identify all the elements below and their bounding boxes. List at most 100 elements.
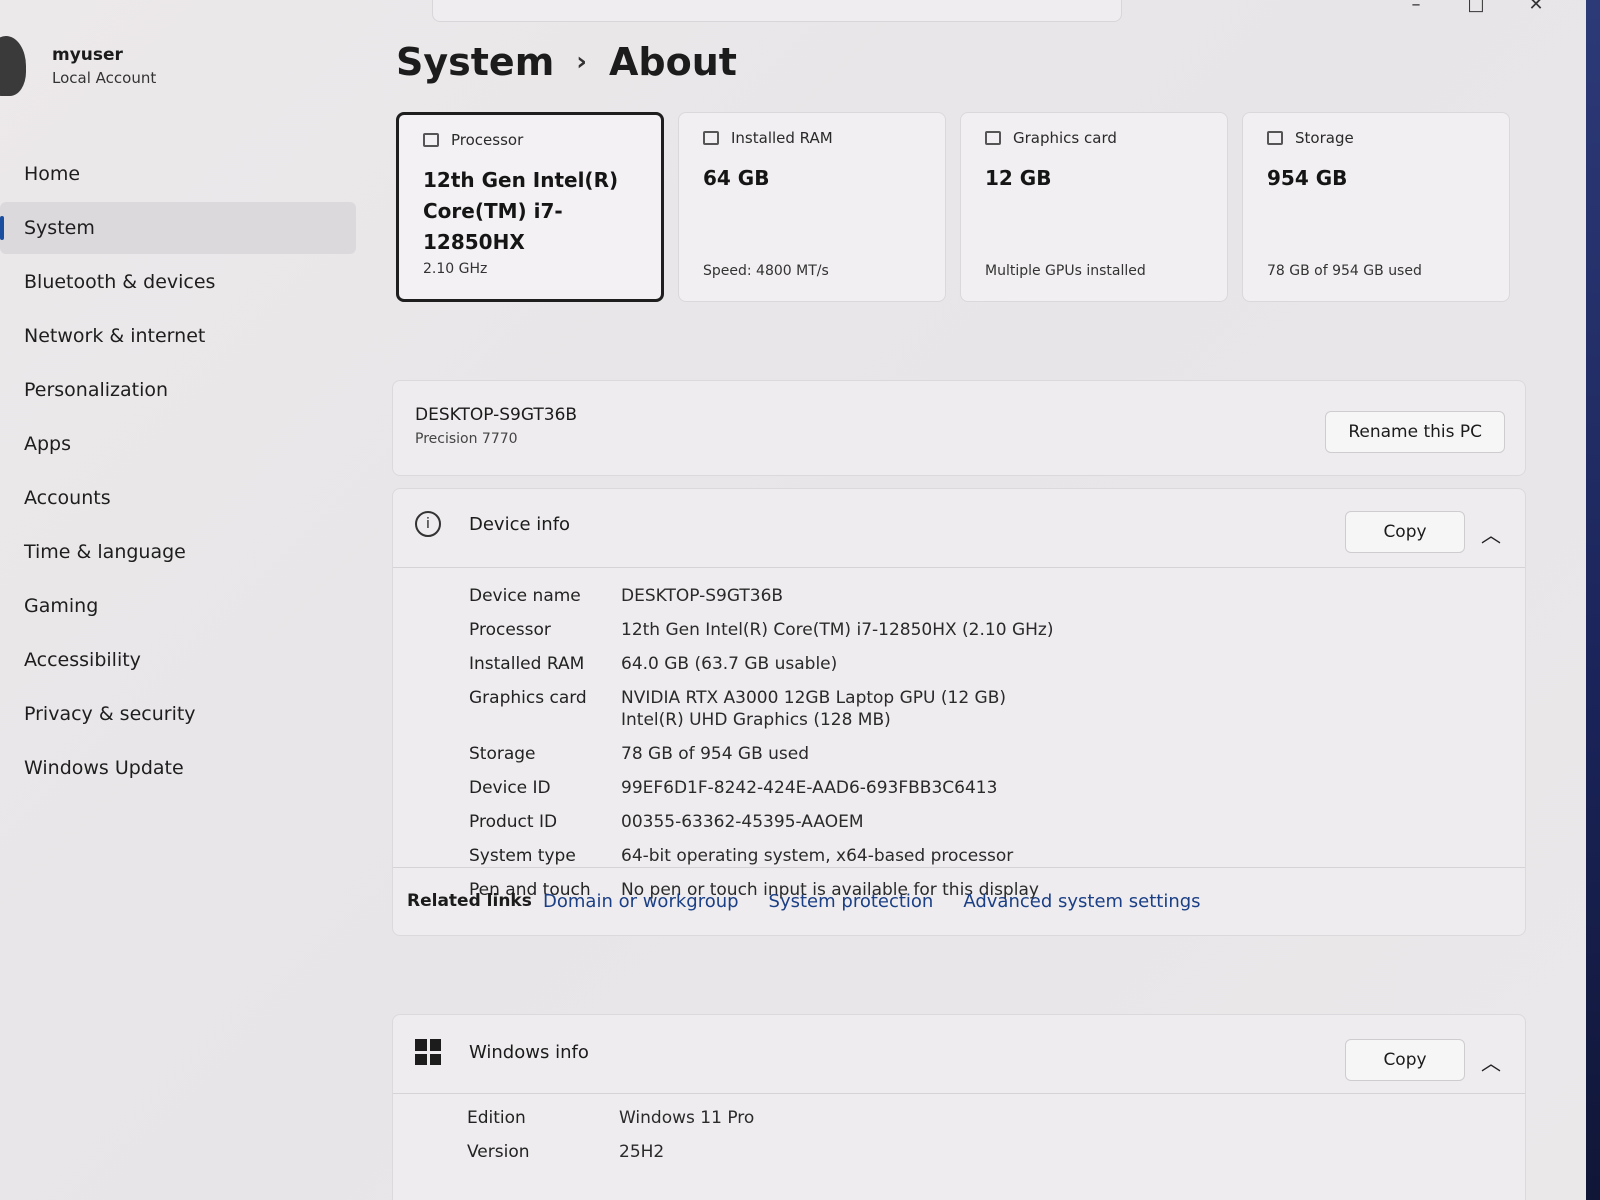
card-title: Graphics card — [1013, 129, 1117, 147]
spec-value: Windows 11 Pro — [619, 1108, 755, 1128]
processor-card[interactable]: Processor 12th Gen Intel(R) Core(TM) i7-… — [396, 112, 664, 302]
card-value: 954 GB — [1267, 166, 1348, 190]
info-icon: i — [415, 511, 441, 537]
sidebar-item-accessibility[interactable]: Accessibility — [0, 634, 356, 686]
divider — [393, 1093, 1525, 1094]
spec-value: 12th Gen Intel(R) Core(TM) i7-12850HX (2… — [621, 620, 1054, 640]
caption-buttons: – □ ✕ — [1400, 0, 1552, 15]
spec-row: Edition Windows 11 Pro — [467, 1107, 754, 1129]
search-box[interactable] — [432, 0, 1122, 22]
domain-workgroup-link[interactable]: Domain or workgroup — [543, 891, 739, 912]
sidebar-item-privacy[interactable]: Privacy & security — [0, 688, 356, 740]
section-title: Device info — [469, 513, 571, 535]
card-title: Storage — [1295, 129, 1354, 147]
spec-value: 00355-63362-45395-AAOEM — [621, 812, 864, 832]
desktop-background — [1586, 0, 1600, 1200]
spec-key: Edition — [467, 1108, 526, 1128]
maximize-icon[interactable]: □ — [1460, 0, 1492, 15]
ram-icon — [703, 131, 719, 145]
copy-windows-info-button[interactable]: Copy — [1345, 1039, 1465, 1081]
copy-device-info-button[interactable]: Copy — [1345, 511, 1465, 553]
spec-value: NVIDIA RTX A3000 12GB Laptop GPU (12 GB) — [621, 688, 1007, 708]
windows-info-header[interactable]: Windows info — [415, 1039, 589, 1065]
spec-value: 99EF6D1F-8242-424E-AAD6-693FBB3C6413 — [621, 778, 998, 798]
chevron-up-icon[interactable]: ︿ — [1481, 519, 1501, 548]
related-links-bar: Related links Domain or workgroup System… — [393, 867, 1525, 937]
advanced-system-settings-link[interactable]: Advanced system settings — [963, 891, 1200, 912]
storage-icon — [1267, 131, 1283, 145]
storage-card[interactable]: Storage 954 GB 78 GB of 954 GB used — [1242, 112, 1510, 302]
chevron-up-icon[interactable]: ︿ — [1481, 1047, 1501, 1076]
spec-key: Processor — [469, 620, 551, 640]
card-subtext: Speed: 4800 MT/s — [703, 263, 829, 279]
spec-row: Storage 78 GB of 954 GB used — [469, 743, 1053, 765]
device-specs: Device name DESKTOP-S9GT36B Processor 12th… — [469, 585, 1053, 913]
sidebar-item-home[interactable]: Home — [0, 148, 356, 200]
card-value: 12 GB — [985, 166, 1052, 190]
minimize-icon[interactable]: – — [1400, 0, 1432, 15]
ram-card[interactable]: Installed RAM 64 GB Speed: 4800 MT/s — [678, 112, 946, 302]
account-type: Local Account — [52, 69, 157, 87]
card-value: 12th Gen Intel(R) Core(TM) i7-12850HX — [423, 168, 619, 254]
windows-specs: Edition Windows 11 Pro Version 25H2 — [467, 1107, 754, 1175]
breadcrumb: System › About — [396, 40, 737, 84]
spec-key: Storage — [469, 744, 536, 764]
spec-key: Device ID — [469, 778, 551, 798]
rename-pc-button[interactable]: Rename this PC — [1325, 411, 1505, 453]
windows-logo-icon — [415, 1039, 441, 1065]
spec-key: Device name — [469, 586, 581, 606]
spec-value: 78 GB of 954 GB used — [621, 744, 810, 764]
spec-row: Device ID 99EF6D1F-8242-424E-AAD6-693FBB3… — [469, 777, 1053, 799]
sidebar-item-accounts[interactable]: Accounts — [0, 472, 356, 524]
spec-value: 64.0 GB (63.7 GB usable) — [621, 654, 838, 674]
card-subtext: 2.10 GHz — [423, 261, 488, 277]
sidebar-item-gaming[interactable]: Gaming — [0, 580, 356, 632]
avatar — [0, 36, 26, 96]
sidebar-item-bluetooth[interactable]: Bluetooth & devices — [0, 256, 356, 308]
graphics-card[interactable]: Graphics card 12 GB Multiple GPUs instal… — [960, 112, 1228, 302]
spec-row: Processor 12th Gen Intel(R) Core(TM) i7-1… — [469, 619, 1053, 641]
pc-model: Precision 7770 — [415, 431, 518, 447]
system-protection-link[interactable]: System protection — [769, 891, 934, 912]
section-title: Windows info — [469, 1041, 589, 1063]
pc-name-panel: DESKTOP-S9GT36B Precision 7770 Rename th… — [392, 380, 1526, 476]
close-icon[interactable]: ✕ — [1520, 0, 1552, 15]
sidebar-item-network[interactable]: Network & internet — [0, 310, 356, 362]
sidebar-item-personalization[interactable]: Personalization — [0, 364, 356, 416]
sidebar-item-apps[interactable]: Apps — [0, 418, 356, 470]
spec-value-2: Intel(R) UHD Graphics (128 MB) — [621, 710, 891, 730]
spec-key: System type — [469, 846, 576, 866]
sidebar: myuser Local Account Home System Bluetoo… — [0, 0, 360, 1200]
sidebar-item-system[interactable]: System — [0, 202, 356, 254]
card-value: 64 GB — [703, 166, 770, 190]
processor-icon — [423, 133, 439, 147]
sidebar-item-windows-update[interactable]: Windows Update — [0, 742, 356, 794]
pc-name: DESKTOP-S9GT36B — [415, 405, 578, 425]
spec-value: 25H2 — [619, 1142, 665, 1162]
windows-info-panel: Windows info Copy ︿ Edition Windows 11 Pr… — [392, 1014, 1526, 1200]
card-title: Installed RAM — [731, 129, 833, 147]
user-profile[interactable]: myuser Local Account — [0, 36, 156, 96]
graphics-icon — [985, 131, 1001, 145]
breadcrumb-parent[interactable]: System — [396, 40, 554, 84]
related-links-label: Related links — [407, 891, 532, 911]
spec-key: Installed RAM — [469, 654, 585, 674]
spec-cards: Processor 12th Gen Intel(R) Core(TM) i7-… — [396, 112, 1510, 302]
sidebar-item-time-language[interactable]: Time & language — [0, 526, 356, 578]
spec-key: Graphics card — [469, 688, 587, 708]
nav-list: Home System Bluetooth & devices Network … — [0, 148, 356, 796]
user-name: myuser — [52, 45, 123, 65]
page-title: About — [609, 40, 737, 84]
spec-row: Version 25H2 — [467, 1141, 754, 1163]
settings-window: – □ ✕ myuser Local Account Home System B… — [0, 0, 1586, 1200]
chevron-right-icon: › — [576, 47, 588, 77]
spec-row: Installed RAM 64.0 GB (63.7 GB usable) — [469, 653, 1053, 675]
card-subtext: 78 GB of 954 GB used — [1267, 263, 1422, 279]
divider — [393, 567, 1525, 568]
spec-value: DESKTOP-S9GT36B — [621, 586, 784, 606]
device-info-header[interactable]: i Device info — [415, 511, 570, 537]
spec-key: Version — [467, 1142, 530, 1162]
spec-row: Graphics card NVIDIA RTX A3000 12GB Lapto… — [469, 687, 1053, 731]
spec-row: Device name DESKTOP-S9GT36B — [469, 585, 1053, 607]
spec-row: System type 64-bit operating system, x64-… — [469, 845, 1053, 867]
